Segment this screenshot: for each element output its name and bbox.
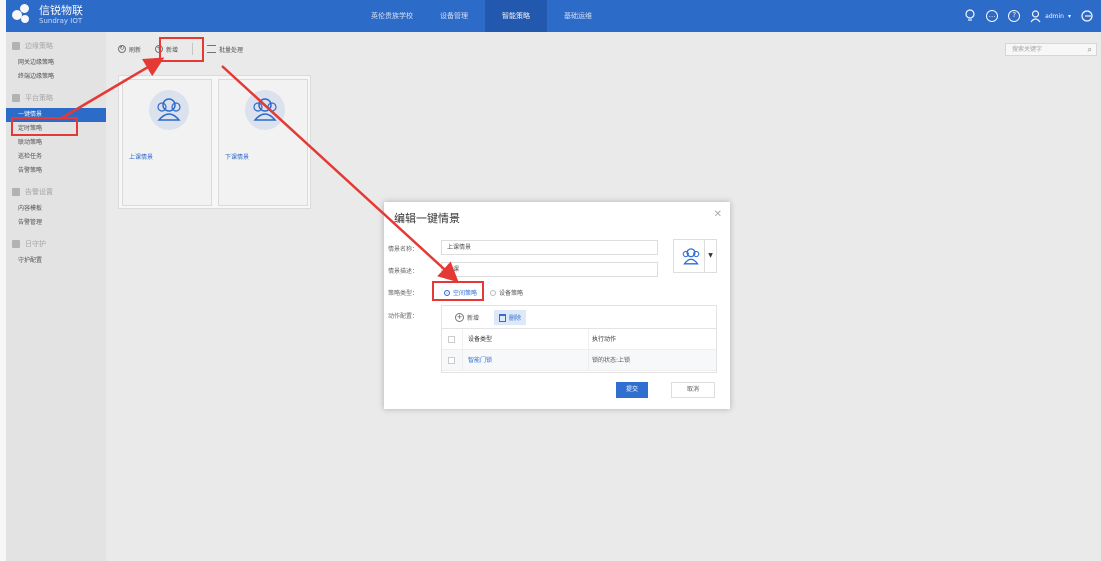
- close-icon[interactable]: ✕: [714, 209, 722, 220]
- radio-icon: [490, 289, 496, 296]
- logo-icon: [12, 4, 34, 26]
- brand-logo: 信锐物联 Sundray IOT: [12, 4, 83, 26]
- sidebar: 边缘策略 网关边缘策略 终端边缘策略 平台策略 一键情景 定时策略 联动策略 巡…: [6, 32, 106, 561]
- action-add-button[interactable]: + 新增: [450, 310, 484, 325]
- scene-name-input[interactable]: 上课情景: [441, 240, 658, 255]
- lightbulb-icon[interactable]: [964, 9, 976, 23]
- top-right-tools: … ? admin ▾: [964, 0, 1093, 32]
- scene-name-label: 情景名称：: [388, 246, 419, 253]
- radio-icon: [444, 289, 450, 296]
- logout-icon[interactable]: [1081, 10, 1093, 22]
- sidebar-item-inspection[interactable]: 巡检任务: [6, 150, 106, 164]
- sidebar-item-timer[interactable]: 定时策略: [6, 122, 106, 136]
- cancel-button[interactable]: 取消: [671, 382, 715, 398]
- table-header: 设备类型 执行动作: [442, 329, 716, 350]
- strategy-type-label: 策略类型：: [388, 290, 419, 297]
- table-row[interactable]: 智能门锁 锁的状态:上锁: [442, 350, 716, 371]
- sidebar-item-gateway-edge[interactable]: 网关边缘策略: [6, 56, 106, 70]
- sidebar-item-alarm-management[interactable]: 告警管理: [6, 216, 106, 230]
- action-value: 锁的状态:上锁: [592, 357, 631, 364]
- add-button[interactable]: + 新增: [155, 45, 178, 54]
- edit-scene-dialog: 编辑一键情景 ✕ 情景名称： 上课情景 情景描述： 上课 ▼ 策略类型： 空间策…: [384, 202, 730, 409]
- action-config-label: 动作配置：: [388, 313, 419, 320]
- nav-device-management[interactable]: 设备管理: [423, 0, 485, 32]
- toolbar-divider: [192, 43, 194, 55]
- main-nav: 英伦贵族学校 设备管理 智能策略 基础运维: [361, 0, 609, 32]
- message-icon[interactable]: …: [986, 10, 999, 22]
- dialog-title: 编辑一键情景: [394, 212, 460, 225]
- brand-name: 信锐物联: [39, 4, 83, 17]
- sidebar-item-linkage[interactable]: 联动策略: [6, 136, 106, 150]
- scene-desc-label: 情景描述：: [388, 268, 419, 275]
- trash-icon: [499, 313, 506, 322]
- select-all-checkbox[interactable]: [448, 336, 455, 343]
- top-bar: 信锐物联 Sundray IOT 英伦贵族学校 设备管理 智能策略 基础运维 ……: [6, 0, 1101, 32]
- sidebar-item-guard-config[interactable]: 守护配置: [6, 254, 106, 268]
- help-icon[interactable]: ?: [1008, 10, 1021, 22]
- chevron-down-icon[interactable]: ▼: [704, 240, 716, 272]
- action-delete-button[interactable]: 删除: [494, 310, 527, 325]
- search-icon[interactable]: ⌕: [1088, 45, 1092, 54]
- scene-card-name: 上课情景: [129, 154, 154, 161]
- scene-icon-select[interactable]: ▼: [673, 239, 717, 273]
- column-device-type: 设备类型: [468, 336, 493, 343]
- sidebar-group-platform[interactable]: 平台策略: [6, 88, 106, 108]
- refresh-button[interactable]: ↻ 刷新: [118, 45, 141, 54]
- radio-space-strategy[interactable]: 空间策略: [444, 288, 477, 297]
- nav-school[interactable]: 英伦贵族学校: [361, 0, 423, 32]
- shield-icon: [12, 240, 20, 248]
- row-checkbox[interactable]: [448, 357, 455, 364]
- plus-circle-icon: +: [455, 313, 464, 322]
- submit-button[interactable]: 提交: [616, 382, 648, 398]
- scene-card-panel: 上课情景 下课情景: [118, 75, 311, 209]
- scene-desc-input[interactable]: 上课: [441, 262, 658, 277]
- search-input[interactable]: 搜索关键字 ⌕: [1005, 43, 1097, 56]
- batch-button[interactable]: 批量处理: [207, 45, 243, 54]
- user-menu[interactable]: admin ▾: [1030, 9, 1071, 23]
- action-toolbar: + 新增 删除: [442, 306, 716, 329]
- scene-card-name: 下课情景: [225, 154, 250, 161]
- column-action: 执行动作: [592, 336, 617, 343]
- group-icon: [245, 90, 285, 130]
- radio-device-strategy[interactable]: 设备策略: [490, 288, 523, 297]
- chevron-down-icon: ▾: [1067, 12, 1071, 20]
- username: admin: [1045, 12, 1064, 20]
- refresh-icon: ↻: [118, 45, 126, 53]
- device-type-link[interactable]: 智能门锁: [468, 350, 492, 371]
- sidebar-group-alarm[interactable]: 告警设置: [6, 182, 106, 202]
- user-icon: [1030, 9, 1041, 22]
- group-icon: [682, 248, 700, 265]
- sidebar-group-edge[interactable]: 边缘策略: [6, 36, 106, 56]
- scene-card[interactable]: 下课情景: [218, 79, 308, 206]
- group-icon: [149, 90, 189, 130]
- nav-operations[interactable]: 基础运维: [547, 0, 609, 32]
- scene-card[interactable]: 上课情景: [122, 79, 212, 206]
- list-icon: [207, 45, 217, 53]
- plus-circle-icon: +: [155, 45, 164, 53]
- toolbar: ↻ 刷新 + 新增 批量处理 搜索关键字 ⌕: [106, 32, 1101, 66]
- users-icon: [12, 188, 20, 196]
- sidebar-item-one-click-scene[interactable]: 一键情景: [6, 108, 106, 122]
- nav-smart-strategy[interactable]: 智能策略: [485, 0, 547, 32]
- chart-icon: [12, 42, 20, 50]
- sidebar-group-guard[interactable]: 日守护: [6, 234, 106, 254]
- chart-icon: [12, 94, 20, 102]
- sidebar-item-terminal-edge[interactable]: 终端边缘策略: [6, 70, 106, 84]
- sidebar-item-alarm-strategy[interactable]: 告警策略: [6, 164, 106, 178]
- brand-subtitle: Sundray IOT: [39, 17, 83, 25]
- sidebar-item-template[interactable]: 内容模板: [6, 202, 106, 216]
- action-config-panel: + 新增 删除 设备类型 执行动作 智能门锁 锁的状态:上锁: [441, 305, 717, 373]
